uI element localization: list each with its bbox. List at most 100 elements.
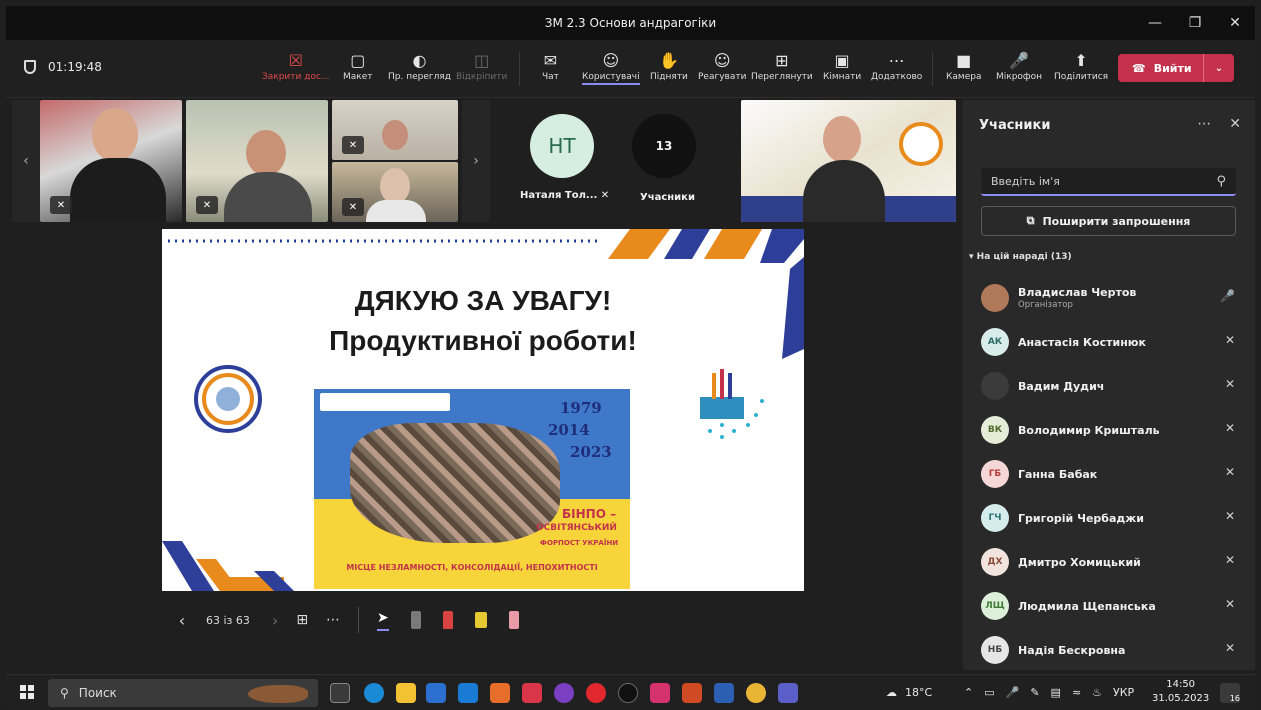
institute-logo-icon bbox=[194, 365, 262, 433]
presenter-video-tile[interactable] bbox=[741, 100, 956, 222]
camera-button[interactable]: ■ Камера bbox=[946, 48, 981, 83]
participant-row[interactable]: ГЧ Григорій Чербаджи ✕ bbox=[963, 496, 1255, 540]
mic-off-icon: ✕ bbox=[196, 196, 218, 214]
strip-next-arrow[interactable]: › bbox=[462, 100, 490, 222]
participant-text: Ганна Бабак bbox=[1018, 468, 1097, 481]
group-header[interactable]: ▾ На цій нараді (13) bbox=[969, 252, 1072, 262]
strip-prev-arrow[interactable]: ‹ bbox=[12, 100, 40, 222]
video-tile[interactable]: ✕ bbox=[332, 162, 458, 222]
more-icon[interactable]: ⋯ bbox=[1197, 116, 1211, 132]
language-indicator[interactable]: УКР bbox=[1113, 686, 1134, 699]
stop-sharing-button[interactable]: ☒ Закрити дос... bbox=[262, 48, 330, 83]
next-slide-icon[interactable]: › bbox=[272, 611, 278, 630]
participant-row[interactable]: ГБ Ганна Бабак ✕ bbox=[963, 452, 1255, 496]
leave-button[interactable]: ☎ Вийти ⌄ bbox=[1118, 54, 1234, 82]
file-explorer-icon[interactable] bbox=[396, 683, 416, 703]
teams-icon[interactable] bbox=[778, 683, 798, 703]
raise-hand-button[interactable]: ✋ Підняти bbox=[650, 48, 688, 83]
grid-view-icon[interactable]: ⊞ bbox=[296, 612, 308, 628]
brand-line: БІНПО – bbox=[562, 507, 617, 521]
windows-start-icon[interactable] bbox=[20, 685, 34, 699]
react-button[interactable]: ☺ Реагувати bbox=[698, 48, 746, 83]
participant-row[interactable]: Владислав Чертов Організатор 🎤 bbox=[963, 276, 1255, 320]
participant-row[interactable]: НБ Надія Бескровна ✕ bbox=[963, 628, 1255, 672]
task-view-icon[interactable] bbox=[330, 683, 350, 703]
video-tile[interactable]: ✕ bbox=[186, 100, 328, 222]
mic-off-icon: ✕ bbox=[1224, 641, 1235, 655]
mic-off-icon: ✕ bbox=[1224, 509, 1235, 523]
smile-icon: ☺ bbox=[713, 50, 731, 70]
app-orange-icon[interactable] bbox=[490, 683, 510, 703]
highlighter-icon[interactable] bbox=[474, 612, 487, 628]
year-label: 2014 bbox=[548, 421, 590, 439]
mic-button[interactable]: 🎤 Мікрофон bbox=[996, 48, 1042, 83]
participant-row[interactable]: ВК Володимир Кришталь ✕ bbox=[963, 408, 1255, 452]
people-button[interactable]: ☺ Користувачі bbox=[582, 48, 640, 85]
unpin-button[interactable]: ◫ Відкріпити bbox=[456, 48, 507, 83]
wifi-icon[interactable]: ≈ bbox=[1072, 686, 1081, 699]
powerpoint-icon[interactable] bbox=[682, 683, 702, 703]
search-icon: ⚲ bbox=[60, 686, 69, 700]
chevron-down-icon[interactable]: ⌄ bbox=[1204, 63, 1234, 74]
more-icon[interactable]: ⋯ bbox=[326, 612, 340, 628]
mic-off-icon: ✕ bbox=[1224, 465, 1235, 479]
preview-button[interactable]: ◐ Пр. перегляд bbox=[388, 48, 451, 83]
network-icon[interactable]: ▤ bbox=[1051, 686, 1061, 699]
participant-text: Людмила Щепанська bbox=[1018, 600, 1156, 613]
layout-button[interactable]: ▢ Макет bbox=[343, 48, 373, 83]
instagram-icon[interactable] bbox=[650, 683, 670, 703]
viber-icon[interactable] bbox=[554, 683, 574, 703]
video-tile[interactable]: ✕ bbox=[332, 100, 458, 160]
pointer-tool-icon[interactable]: ➤ bbox=[377, 610, 389, 631]
mic-tray-icon[interactable]: 🎤 bbox=[1006, 686, 1020, 699]
video-tile[interactable]: ✕ bbox=[40, 100, 182, 222]
close-icon[interactable]: ✕ bbox=[1215, 6, 1255, 40]
participant-row[interactable]: Вадим Дудич ✕ bbox=[963, 364, 1255, 408]
avatar: АК bbox=[981, 328, 1009, 356]
taskbar-search[interactable]: ⚲ Поиск bbox=[48, 679, 318, 707]
avatar[interactable]: НТ bbox=[530, 114, 594, 178]
maximize-icon[interactable]: ❐ bbox=[1175, 6, 1215, 40]
opera-icon[interactable] bbox=[586, 683, 606, 703]
edge-browser-icon[interactable] bbox=[364, 683, 384, 703]
chat-button[interactable]: ✉ Чат bbox=[542, 48, 559, 83]
participant-row[interactable]: АК Анастасія Костинюк ✕ bbox=[963, 320, 1255, 364]
participants-count-tile[interactable]: 13 bbox=[632, 114, 696, 178]
share-invite-button[interactable]: ⧉ Поширити запрошення bbox=[981, 206, 1236, 236]
tiktok-icon[interactable] bbox=[618, 683, 638, 703]
taskbar-clock[interactable]: 14:50 31.05.2023 bbox=[1152, 678, 1209, 706]
avatar: ГЧ bbox=[981, 504, 1009, 532]
participant-row[interactable]: ДХ Дмитро Хомицький ✕ bbox=[963, 540, 1255, 584]
chevron-up-icon[interactable]: ⌃ bbox=[964, 686, 973, 699]
participant-search-input[interactable]: Введіть ім'я ⚲ bbox=[981, 168, 1236, 196]
layout-icon: ▢ bbox=[350, 50, 366, 70]
book-tree-logo-icon bbox=[700, 369, 764, 439]
participant-name: Дмитро Хомицький bbox=[1018, 555, 1141, 569]
close-icon[interactable]: ✕ bbox=[1229, 116, 1241, 132]
prev-slide-icon[interactable]: ‹ bbox=[170, 611, 194, 630]
rooms-button[interactable]: ▣ Кімнати bbox=[823, 48, 861, 83]
word-icon[interactable] bbox=[714, 683, 734, 703]
participant-name: Ганна Бабак bbox=[1018, 467, 1098, 481]
view-button[interactable]: ⊞ Переглянути bbox=[751, 48, 813, 83]
eraser-icon[interactable] bbox=[508, 611, 519, 629]
avatar: ДХ bbox=[981, 548, 1009, 576]
chrome-icon[interactable] bbox=[746, 683, 766, 703]
notifications-icon[interactable]: 16 bbox=[1220, 683, 1240, 703]
pen-gray-icon[interactable] bbox=[410, 611, 421, 629]
share-button[interactable]: ⬆ Поділитися bbox=[1054, 48, 1108, 83]
mail-icon[interactable] bbox=[458, 683, 478, 703]
app-red-icon[interactable] bbox=[522, 683, 542, 703]
pen-tray-icon[interactable]: ✎ bbox=[1030, 686, 1039, 699]
store-icon[interactable] bbox=[426, 683, 446, 703]
leave-main[interactable]: ☎ Вийти bbox=[1118, 54, 1204, 82]
person-face bbox=[92, 108, 138, 162]
battery-icon[interactable]: ▭ bbox=[984, 686, 994, 699]
weather-widget[interactable]: ☁ 18°C bbox=[886, 675, 932, 710]
minimize-icon[interactable]: — bbox=[1135, 6, 1175, 40]
toolbar-divider bbox=[519, 52, 520, 86]
more-button[interactable]: ⋯ Додатково bbox=[871, 48, 922, 83]
volume-icon[interactable]: ♨ bbox=[1092, 686, 1102, 699]
participant-row[interactable]: ЛЩ Людмила Щепанська ✕ bbox=[963, 584, 1255, 628]
pen-red-icon[interactable] bbox=[442, 611, 453, 629]
